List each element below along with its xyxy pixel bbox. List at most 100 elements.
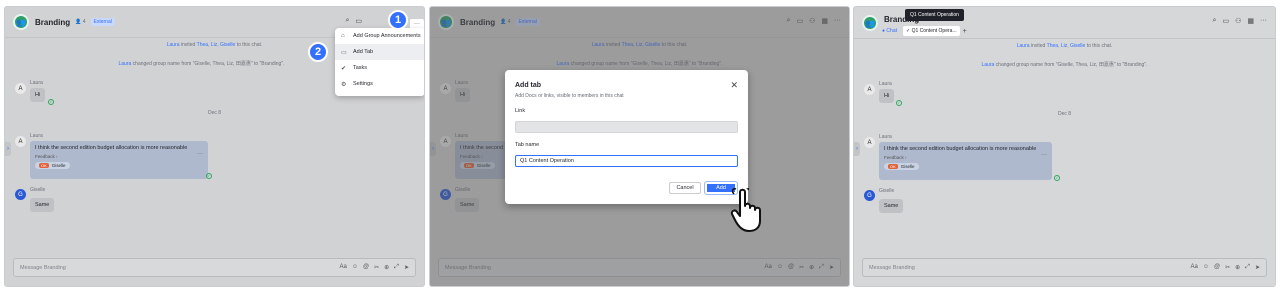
chat-title: Branding <box>35 17 71 27</box>
message-bubble[interactable]: Hi <box>30 88 46 102</box>
message-text: I think the second edition budget alloca… <box>35 145 188 151</box>
message-bubble[interactable]: Same <box>879 199 904 213</box>
gear-icon: ⚙ <box>341 81 347 88</box>
message-input[interactable]: Message Branding Aa ☺ @ ✂ ⊕ ⤢ ➤ <box>862 258 1267 277</box>
menu-item-group-announcements[interactable]: ⌂ Add Group Announcements <box>335 28 424 44</box>
read-check-icon: ✓ <box>896 100 902 106</box>
link-input[interactable] <box>515 121 738 133</box>
dialog-subtitle: Add Docs or links, visible to members in… <box>515 93 624 99</box>
avatar[interactable]: A <box>864 84 875 95</box>
emoji-icon[interactable]: ☺ <box>1203 264 1209 271</box>
ok-emoji-icon: OK <box>888 164 898 169</box>
reaction-chip[interactable]: OK Giselle <box>884 163 919 170</box>
announcement-icon: ⌂ <box>341 33 345 39</box>
expand-icon[interactable]: ⤢ <box>1245 264 1250 271</box>
feedback-link[interactable]: Feedback › <box>35 154 203 159</box>
input-toolbar: Aa ☺ @ ✂ ⊕ ⤢ ➤ <box>1191 264 1260 271</box>
cancel-button[interactable]: Cancel <box>669 182 701 194</box>
system-invite-message: Laura invited Thea, Liz, Giselle to this… <box>1016 43 1113 49</box>
reaction-chip[interactable]: OK Giselle <box>35 162 70 169</box>
header-icons: ⌕ ▭ <box>345 17 362 25</box>
feedback-link[interactable]: Feedback › <box>884 155 1047 160</box>
expand-icon[interactable]: ⤢ <box>394 264 399 271</box>
menu-item-tasks[interactable]: ✔ Tasks <box>335 60 424 76</box>
avatar[interactable]: A <box>15 136 26 147</box>
member-count[interactable]: 👤 4 <box>75 19 85 25</box>
avatar[interactable]: G <box>864 190 875 201</box>
dialog-title: Add tab <box>515 82 542 89</box>
group-avatar-icon: 👥 <box>13 14 29 30</box>
chat-panel-step2: 👥 Branding 👤 4 External ⌕ ▭ ⚇ ▦ ··· Laur… <box>429 6 850 287</box>
read-check-icon: ✓ <box>1054 175 1060 181</box>
message-bubble[interactable]: Same <box>30 198 55 212</box>
message-bubble[interactable]: I think the second edition budget alloca… <box>30 141 208 179</box>
avatar[interactable]: A <box>864 137 875 148</box>
pointer-hand-icon <box>730 188 761 232</box>
message-bubble[interactable]: Hi <box>879 89 895 103</box>
search-icon[interactable]: ⌕ <box>1213 17 1217 25</box>
send-icon[interactable]: ➤ <box>1255 264 1260 271</box>
add-tab-icon[interactable]: + <box>963 28 967 35</box>
ok-emoji-icon: OK <box>39 163 49 168</box>
tab-icon: ▭ <box>341 49 347 56</box>
tab-name-input[interactable]: Q1 Content Operation <box>515 155 738 167</box>
header-icons: ⌕ ▭ ⚇ ▦ ··· <box>1213 17 1267 25</box>
date-divider: Dec 8 <box>207 110 222 116</box>
more-dropdown-menu: ⌂ Add Group Announcements ▭ Add Tab ✔ Tasks… <box>335 28 424 96</box>
task-check-icon: ✔ <box>341 65 347 72</box>
message-text: I think the second edition budget alloca… <box>884 146 1037 152</box>
mention-icon[interactable]: @ <box>1214 264 1220 271</box>
pin-icon[interactable]: ⌕ <box>345 17 349 25</box>
video-icon[interactable]: ▭ <box>1222 17 1229 25</box>
avatar[interactable]: A <box>15 83 26 94</box>
chat-tabs: ● Chat ✓ Q1 Content Opera... + <box>879 26 967 36</box>
read-check-icon: ✓ <box>206 173 212 179</box>
read-check-icon: ✓ <box>48 99 54 105</box>
chat-panel-step1: 👥 Branding 👤 4 External ⌕ ▭ ··· Laura in… <box>4 6 425 287</box>
message-bubble[interactable]: I think the second edition budget alloca… <box>879 142 1052 180</box>
sender-name: Laura <box>879 81 892 87</box>
add-member-icon[interactable]: ⚇ <box>1235 17 1241 25</box>
plus-circle-icon[interactable]: ⊕ <box>1235 264 1240 271</box>
message-more-icon[interactable]: ··· <box>197 151 203 157</box>
sender-name: Giselle <box>879 188 895 194</box>
text-format-icon[interactable]: Aa <box>340 264 347 271</box>
header-divider <box>854 38 1275 39</box>
group-avatar-icon: 👥 <box>862 15 878 31</box>
input-toolbar: Aa ☺ @ ✂ ⊕ ⤢ ➤ <box>340 264 409 271</box>
sender-name: Laura <box>879 134 892 140</box>
text-format-icon[interactable]: Aa <box>1191 264 1198 271</box>
sender-name: Giselle <box>30 187 46 193</box>
step-badge-2: 2 <box>308 42 328 62</box>
expand-sidebar-icon[interactable]: › <box>854 142 860 156</box>
tab-tooltip: Q1 Content Operation <box>905 9 964 21</box>
plus-circle-icon[interactable]: ⊕ <box>384 264 389 271</box>
sender-name: Laura <box>30 80 43 86</box>
chat-panel-step3: 👥 Branding ● Chat ✓ Q1 Content Opera... … <box>853 6 1276 287</box>
scissors-icon[interactable]: ✂ <box>1225 264 1230 271</box>
scissors-icon[interactable]: ✂ <box>374 264 379 271</box>
emoji-icon[interactable]: ☺ <box>352 264 358 271</box>
menu-item-settings[interactable]: ⚙ Settings <box>335 76 424 92</box>
tab-chat[interactable]: ● Chat <box>879 26 900 36</box>
avatar[interactable]: G <box>15 189 26 200</box>
tab-name-label: Tab name <box>515 142 540 148</box>
send-icon[interactable]: ➤ <box>404 264 409 271</box>
close-icon[interactable]: ✕ <box>730 80 738 91</box>
system-rename-message: Laura changed group name from "Giselle, … <box>981 62 1148 68</box>
link-label: Link <box>515 108 526 114</box>
add-tab-dialog: Add tab Add Docs or links, visible to me… <box>505 70 748 204</box>
video-icon[interactable]: ▭ <box>355 17 362 25</box>
expand-sidebar-icon[interactable]: › <box>5 142 11 156</box>
grid-icon[interactable]: ▦ <box>1247 17 1254 25</box>
date-divider: Dec 8 <box>1057 111 1072 117</box>
menu-item-add-tab[interactable]: ▭ Add Tab <box>335 44 424 60</box>
tab-q1-content-operation[interactable]: ✓ Q1 Content Opera... <box>902 26 960 36</box>
message-more-icon[interactable]: ··· <box>1041 152 1047 158</box>
more-icon[interactable]: ··· <box>1260 17 1267 25</box>
message-input[interactable]: Message Branding Aa ☺ @ ✂ ⊕ ⤢ ➤ <box>13 258 416 277</box>
mention-icon[interactable]: @ <box>363 264 369 271</box>
sender-name: Laura <box>30 133 43 139</box>
step-badge-1: 1 <box>388 10 408 30</box>
external-badge: External <box>90 18 115 26</box>
